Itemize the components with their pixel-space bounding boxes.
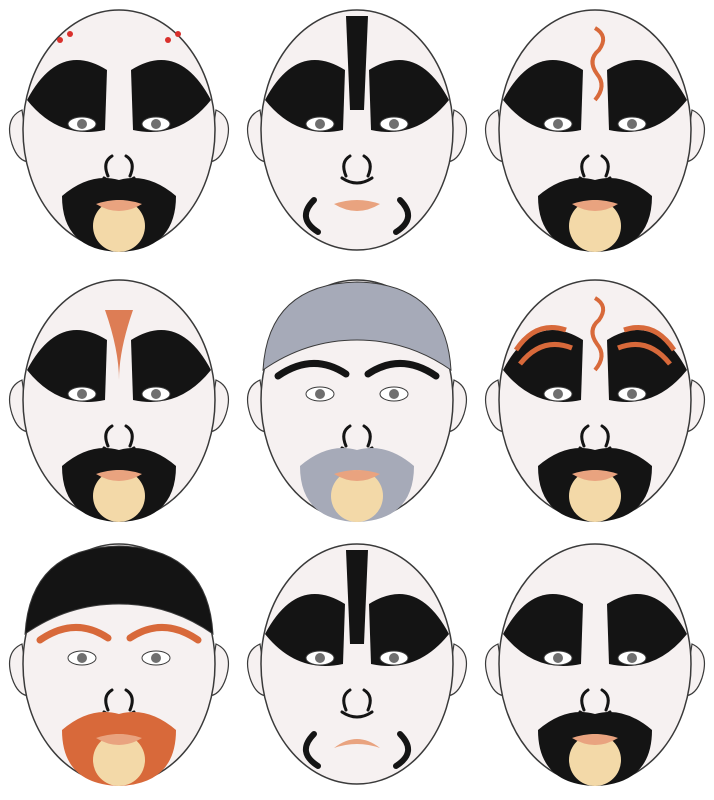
right-pupil [627,119,637,129]
left-pupil [77,653,87,663]
opera-mask-grid [0,0,714,800]
forehead-dot [175,31,181,37]
left-pupil [553,389,563,399]
opera-mask-svg [247,279,467,522]
left-pupil [553,119,563,129]
mask-3 [476,0,714,266]
mask-6 [476,270,714,536]
left-pupil [77,119,87,129]
right-pupil [151,653,161,663]
left-pupil [315,653,325,663]
mask-5 [238,270,476,536]
opera-mask-svg [485,279,705,522]
right-pupil [389,119,399,129]
opera-mask-svg [9,279,229,522]
forehead-dot [57,37,63,43]
mask-2 [238,0,476,266]
right-pupil [389,653,399,663]
opera-mask-svg [485,9,705,252]
left-pupil [315,119,325,129]
mask-8 [238,534,476,800]
mask-9 [476,534,714,800]
opera-mask-svg [247,9,467,251]
right-pupil [627,389,637,399]
opera-mask-svg [9,543,229,786]
right-pupil [627,653,637,663]
right-pupil [151,389,161,399]
left-pupil [315,389,325,399]
left-pupil [77,389,87,399]
forehead-dot [67,31,73,37]
mask-4 [0,270,238,536]
opera-mask-svg [9,9,229,252]
mask-7 [0,534,238,800]
opera-mask-svg [247,543,467,785]
opera-mask-svg [485,543,705,786]
left-pupil [553,653,563,663]
forehead-dot [165,37,171,43]
right-pupil [151,119,161,129]
mask-1 [0,0,238,266]
right-pupil [389,389,399,399]
